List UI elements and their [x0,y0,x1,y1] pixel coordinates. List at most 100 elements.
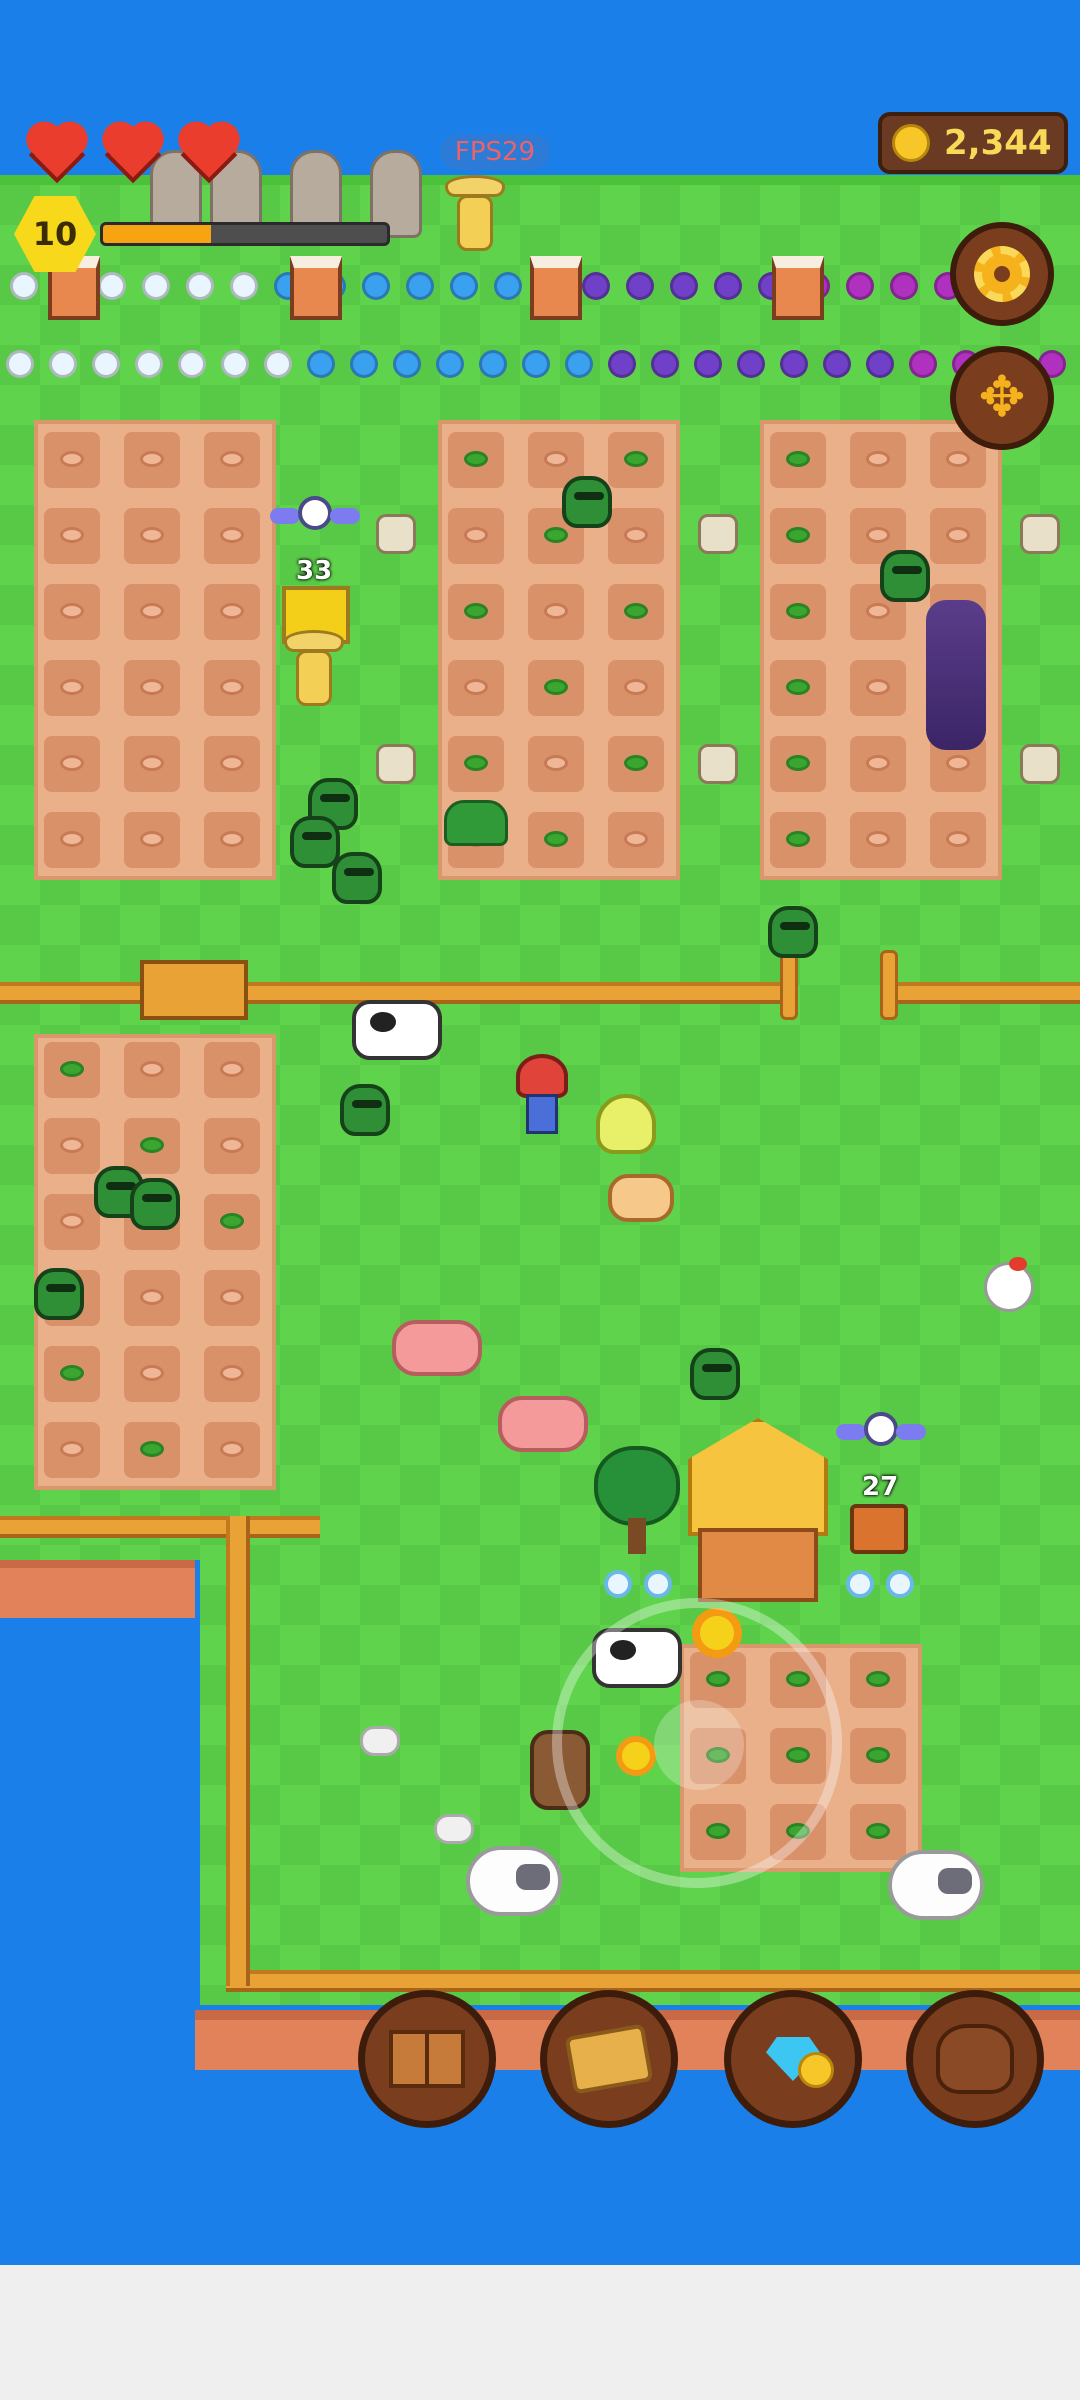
plot-tile[interactable] [930,812,986,868]
hamster[interactable] [608,1174,674,1222]
plot-tile[interactable] [44,1346,100,1402]
plot-tile[interactable] [124,508,180,564]
cow[interactable] [352,1000,442,1060]
player-character[interactable] [516,1054,568,1138]
plot-tile[interactable] [204,584,260,640]
plot-tile[interactable] [448,584,504,640]
plot-tile[interactable] [204,1194,260,1250]
plot-tile[interactable] [850,736,906,792]
plot-tile[interactable] [204,1118,260,1174]
plot-tile[interactable] [850,432,906,488]
sheep[interactable] [888,1850,984,1920]
plot-tile[interactable] [204,1042,260,1098]
plot-tile[interactable] [770,736,826,792]
plot-tile[interactable] [608,432,664,488]
scarecrow[interactable] [284,630,344,710]
plot-tile[interactable] [44,660,100,716]
plot-tile[interactable] [44,584,100,640]
plot-tile[interactable] [770,584,826,640]
plot-tile[interactable] [204,508,260,564]
farm-drone[interactable] [836,1410,926,1454]
plot-tile[interactable] [770,508,826,564]
plot-tile[interactable] [124,736,180,792]
plot-tile[interactable] [608,812,664,868]
virtual-joystick[interactable] [552,1598,842,1888]
pig[interactable] [498,1396,588,1452]
pig[interactable] [392,1320,482,1376]
fence-gate[interactable] [140,960,248,1020]
beehive[interactable] [530,256,582,320]
plot-tile[interactable] [850,1652,906,1708]
plot-tile[interactable] [448,508,504,564]
seed-jar[interactable] [376,514,416,554]
plot-tile[interactable] [448,432,504,488]
tree[interactable] [594,1446,680,1556]
treasure-chest[interactable] [850,1504,908,1554]
shop-button[interactable] [724,1990,862,2128]
coin-counter[interactable]: 2,344 [878,112,1068,174]
beehive[interactable] [772,256,824,320]
plot-tile[interactable] [528,736,584,792]
goblin[interactable] [130,1178,180,1230]
plot-tile[interactable] [608,660,664,716]
plot-tile[interactable] [204,1422,260,1478]
plot-tile[interactable] [448,736,504,792]
plot-tile[interactable] [124,812,180,868]
inventory-button[interactable] [906,1990,1044,2128]
plot-tile[interactable] [204,1270,260,1326]
plot-tile[interactable] [44,812,100,868]
move-mode-button[interactable]: ✥ [950,346,1054,450]
plot-tile[interactable] [204,812,260,868]
goblin[interactable] [340,1084,390,1136]
plot-tile[interactable] [448,660,504,716]
goblin[interactable] [880,550,930,602]
bunny[interactable] [360,1726,400,1756]
plot-tile[interactable] [850,660,906,716]
goblin[interactable] [34,1268,84,1320]
plot-tile[interactable] [124,584,180,640]
joystick-knob[interactable] [654,1700,744,1790]
plot-tile[interactable] [770,812,826,868]
sheep[interactable] [466,1846,562,1916]
plot-tile[interactable] [44,1042,100,1098]
plot-tile[interactable] [44,1118,100,1174]
farm-plot[interactable] [34,420,276,880]
plot-tile[interactable] [850,812,906,868]
eggplant-vine[interactable] [926,600,986,750]
plot-tile[interactable] [44,432,100,488]
plot-tile[interactable] [124,432,180,488]
plot-tile[interactable] [850,1728,906,1784]
settings-button[interactable] [950,222,1054,326]
plot-tile[interactable] [124,1270,180,1326]
crop-bush[interactable] [444,800,508,846]
plot-tile[interactable] [204,660,260,716]
plot-tile[interactable] [124,1118,180,1174]
plot-tile[interactable] [608,508,664,564]
goblin[interactable] [690,1348,740,1400]
plot-tile[interactable] [124,1042,180,1098]
plot-tile[interactable] [124,1346,180,1402]
plot-tile[interactable] [204,432,260,488]
plot-tile[interactable] [44,736,100,792]
beehive[interactable] [290,256,342,320]
seed-jar[interactable] [698,744,738,784]
plot-tile[interactable] [528,584,584,640]
plot-tile[interactable] [608,736,664,792]
bunny[interactable] [434,1814,474,1844]
plot-tile[interactable] [44,1422,100,1478]
map-button[interactable] [540,1990,678,2128]
goblin[interactable] [768,906,818,958]
chicken[interactable] [984,1257,1034,1312]
scarecrow[interactable] [445,175,505,255]
seed-jar[interactable] [376,744,416,784]
goblin[interactable] [562,476,612,528]
farm-drone[interactable] [270,494,360,538]
plot-tile[interactable] [850,1804,906,1860]
plot-tile[interactable] [608,584,664,640]
seed-jar[interactable] [1020,514,1060,554]
plot-tile[interactable] [204,1346,260,1402]
plot-tile[interactable] [528,812,584,868]
game-viewport[interactable]: 33 27 10 FPS29 2,344 ✥ [0,0,1080,2265]
seed-jar[interactable] [698,514,738,554]
plot-tile[interactable] [44,1194,100,1250]
